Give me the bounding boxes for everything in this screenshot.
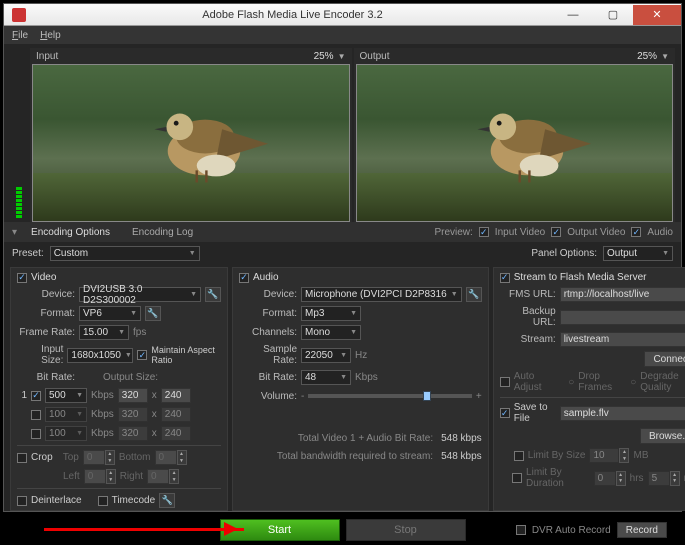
h1-input[interactable] [161, 388, 191, 403]
wrench-icon[interactable]: 🔧 [466, 287, 482, 302]
wrench-icon: 🔧 [159, 493, 175, 508]
check-autoadjust[interactable] [500, 377, 510, 387]
check-audio-enable[interactable] [239, 273, 249, 283]
preset-label: Preset: [12, 248, 44, 259]
app-icon [12, 8, 26, 22]
maximize-button[interactable]: ▢ [593, 5, 633, 25]
browse-button[interactable]: Browse... [640, 428, 685, 444]
tab-encoding-log[interactable]: Encoding Log [124, 225, 201, 240]
bitrate1-select[interactable]: 500▼ [45, 388, 87, 403]
output-preview [356, 64, 674, 222]
window-title: Adobe Flash Media Live Encoder 3.2 [32, 9, 553, 21]
chevron-down-icon[interactable]: ▼ [338, 52, 346, 61]
check-aspect[interactable] [137, 350, 147, 360]
check-limit-size[interactable] [514, 451, 524, 461]
chevron-down-icon[interactable]: ▼ [661, 52, 669, 61]
connect-button[interactable]: Connect [644, 351, 685, 367]
vu-meter [10, 48, 28, 222]
minimize-button[interactable]: — [553, 5, 593, 25]
wrench-icon[interactable]: 🔧 [205, 287, 221, 302]
titlebar: Adobe Flash Media Live Encoder 3.2 — ▢ ✕ [4, 4, 681, 26]
tab-encoding-options[interactable]: Encoding Options [23, 225, 118, 240]
check-output-video[interactable] [551, 227, 561, 237]
check-limit-duration[interactable] [512, 473, 522, 483]
collapse-icon[interactable]: ▾ [12, 227, 17, 238]
panel-options-label: Panel Options: [531, 248, 597, 259]
bird-image [451, 93, 615, 190]
check-dvr[interactable] [516, 525, 526, 535]
panel-options-select[interactable]: Output▼ [603, 246, 673, 261]
fms-url-input[interactable] [560, 287, 685, 302]
check-video-enable[interactable] [17, 273, 27, 283]
video-format-select[interactable]: VP6▼ [79, 306, 141, 321]
check-deinterlace[interactable] [17, 496, 27, 506]
stream-header: Stream to Flash Media Server [514, 272, 647, 283]
check-stream[interactable] [500, 273, 510, 283]
output-zoom[interactable]: 25% [637, 51, 657, 62]
check-timecode[interactable] [98, 496, 108, 506]
wrench-icon[interactable]: 🔧 [145, 306, 161, 321]
filename-input[interactable] [560, 406, 685, 421]
w1-input[interactable] [118, 388, 148, 403]
framerate-select[interactable]: 15.00▼ [79, 325, 129, 340]
samplerate-select[interactable]: 22050▼ [301, 348, 351, 363]
check-save-file[interactable] [500, 408, 510, 418]
audio-device-select[interactable]: Microphone (DVI2PCI D2P8316▼ [301, 287, 462, 302]
volume-slider[interactable] [308, 394, 472, 398]
preset-select[interactable]: Custom▼ [50, 246, 200, 261]
record-button: Record [617, 522, 667, 538]
input-zoom[interactable]: 25% [314, 51, 334, 62]
bird-image [128, 93, 292, 190]
video-header: Video [31, 272, 56, 283]
video-device-select[interactable]: DVI2USB 3.0 D2S300002▼ [79, 287, 201, 302]
stream-input[interactable] [560, 332, 685, 347]
input-preview [32, 64, 350, 222]
output-preview-label: Output [360, 51, 638, 62]
check-input-video[interactable] [479, 227, 489, 237]
check-crop[interactable] [17, 453, 27, 463]
audio-bitrate-select[interactable]: 48▼ [301, 370, 351, 385]
backup-url-input[interactable] [560, 310, 685, 325]
preview-label: Preview: [434, 227, 472, 238]
check-br2[interactable] [31, 410, 41, 420]
input-preview-label: Input [36, 51, 314, 62]
menu-help[interactable]: Help [40, 30, 61, 41]
check-audio[interactable] [631, 227, 641, 237]
check-br3[interactable] [31, 429, 41, 439]
menu-file[interactable]: File [12, 30, 28, 41]
menubar: File Help [4, 26, 681, 44]
inputsize-select[interactable]: 1680x1050▼ [67, 348, 133, 363]
audio-format-select[interactable]: Mp3▼ [301, 306, 361, 321]
stop-button: Stop [346, 519, 466, 541]
annotation-arrow [44, 528, 244, 531]
check-br1[interactable] [31, 391, 41, 401]
channels-select[interactable]: Mono▼ [301, 325, 361, 340]
audio-header: Audio [253, 272, 279, 283]
close-button[interactable]: ✕ [633, 5, 681, 25]
